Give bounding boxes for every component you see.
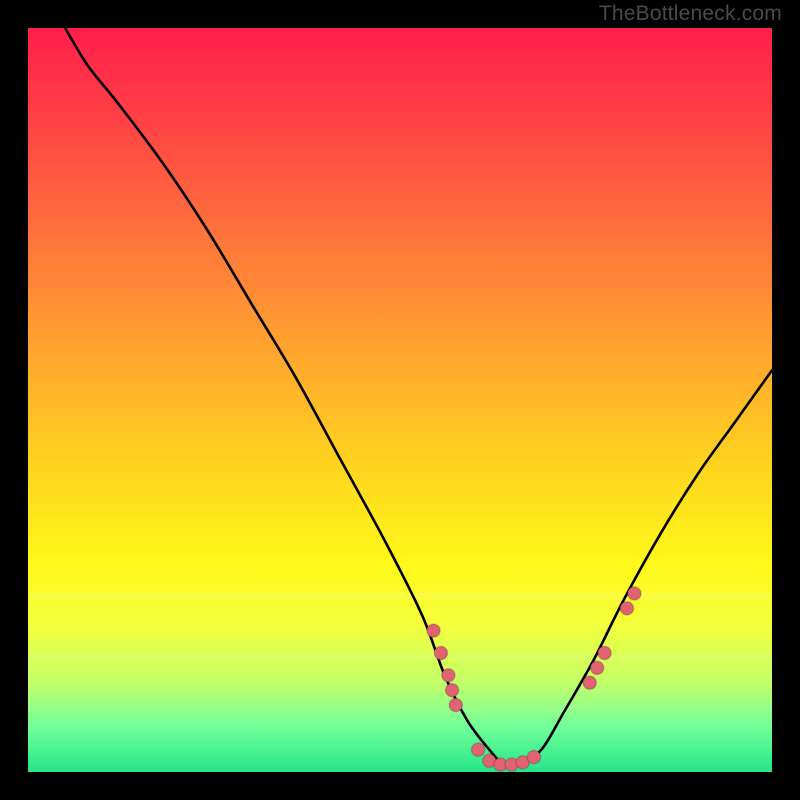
curve-svg [28,28,772,772]
highlight-dot [583,676,596,689]
highlight-dot [427,624,440,637]
highlight-dots [427,587,641,772]
highlight-dot [527,750,540,763]
highlight-dot [628,587,641,600]
highlight-dot [598,646,611,659]
chart-container: TheBottleneck.com [0,0,800,800]
highlight-dot [445,683,458,696]
highlight-dot [590,661,603,674]
plot-area [28,28,772,772]
highlight-dot [449,698,462,711]
highlight-dot [471,743,484,756]
highlight-dot [442,669,455,682]
highlight-dot [434,646,447,659]
bottleneck-curve [65,28,772,766]
watermark-text: TheBottleneck.com [599,2,782,26]
highlight-dot [620,602,633,615]
